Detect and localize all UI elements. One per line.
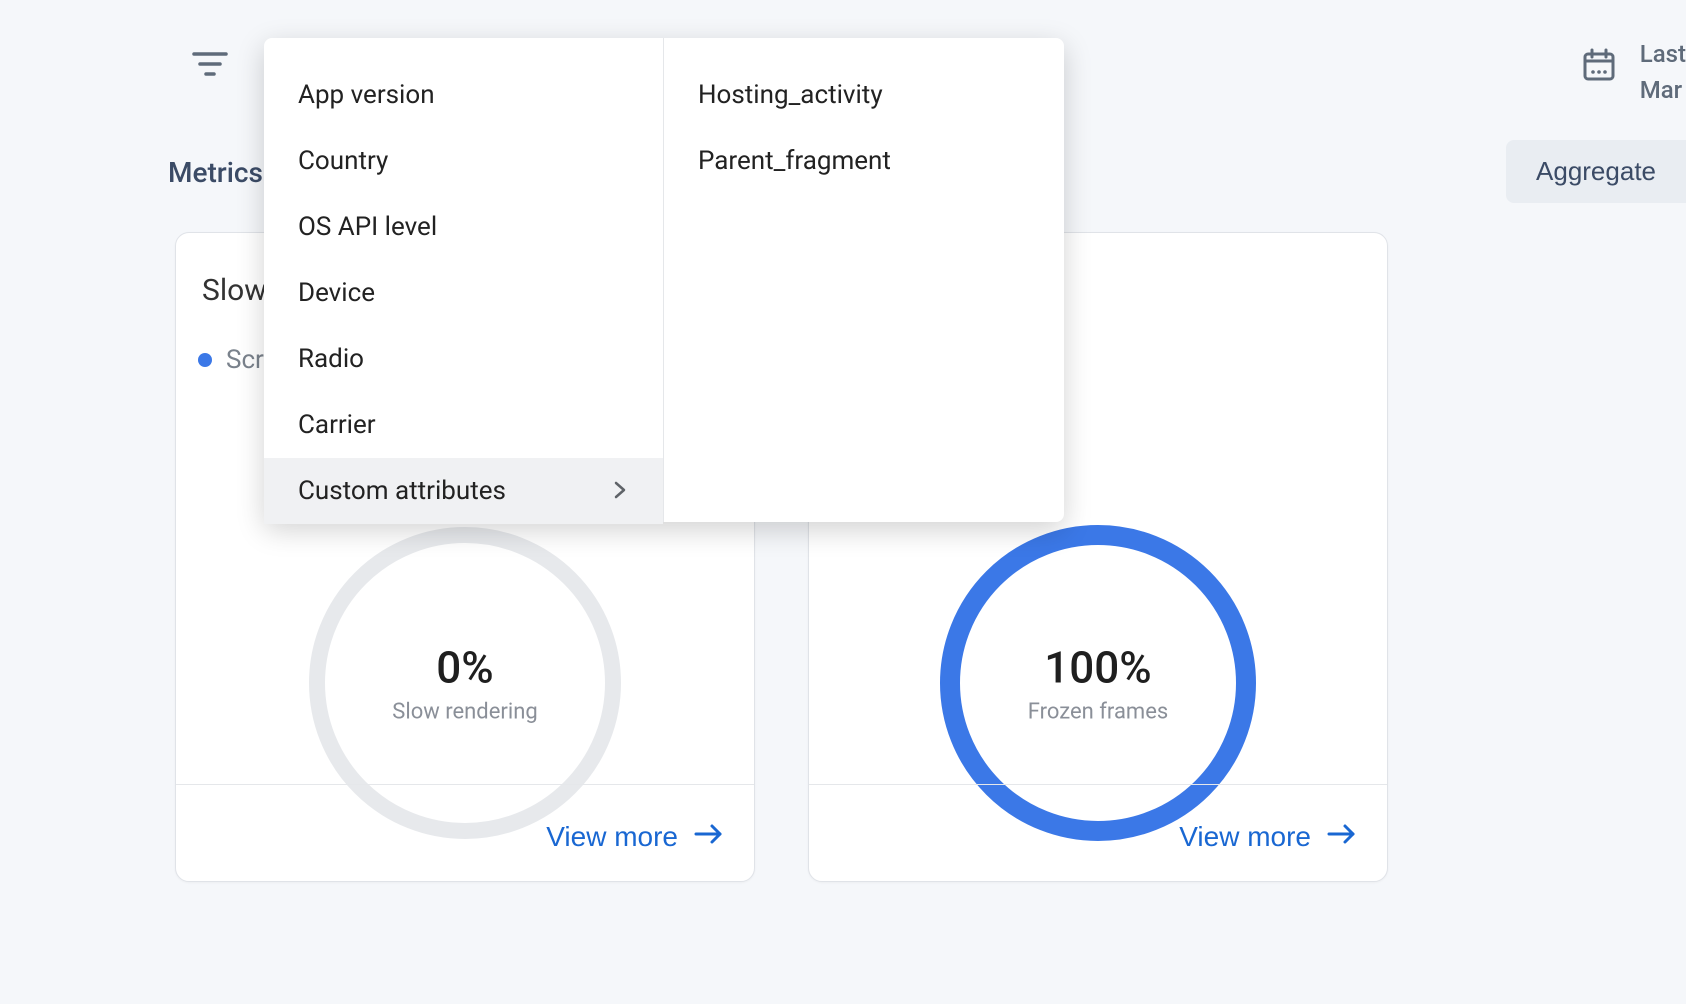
date-range-picker[interactable]: Last Mar — [1582, 40, 1686, 104]
view-more-label: View more — [1179, 821, 1311, 853]
menu-item-parent-fragment[interactable]: Parent_fragment — [664, 128, 1064, 194]
date-line2: Mar — [1640, 76, 1686, 104]
menu-item-label: Parent_fragment — [698, 146, 891, 176]
menu-item-os-api-level[interactable]: OS API level — [264, 194, 663, 260]
view-more-label: View more — [546, 821, 678, 853]
donut-label-slow: Slow rendering — [392, 700, 537, 725]
metrics-heading: Metrics — [168, 156, 263, 189]
arrow-right-icon — [1327, 821, 1357, 853]
legend-slow: Scr — [198, 345, 264, 375]
donut-slow: 0% Slow rendering — [305, 523, 625, 843]
chevron-right-icon — [611, 476, 629, 506]
filter-icon[interactable] — [192, 50, 228, 78]
view-more-button-frozen[interactable]: View more — [1179, 821, 1357, 853]
menu-item-label: App version — [298, 80, 435, 110]
card-divider — [809, 784, 1387, 785]
calendar-icon — [1582, 48, 1616, 82]
date-range-text: Last Mar — [1640, 40, 1686, 104]
donut-label-frozen: Frozen frames — [1028, 700, 1168, 725]
view-more-button-slow[interactable]: View more — [546, 821, 724, 853]
filter-menu-primary: App version Country OS API level Device … — [264, 38, 664, 522]
menu-item-custom-attributes[interactable]: Custom attributes — [264, 458, 663, 524]
menu-item-app-version[interactable]: App version — [264, 62, 663, 128]
menu-item-label: Country — [298, 146, 388, 176]
filter-menu: App version Country OS API level Device … — [264, 38, 1064, 522]
legend-dot-icon — [198, 353, 212, 367]
menu-item-label: Carrier — [298, 410, 376, 440]
card-divider — [176, 784, 754, 785]
aggregate-button[interactable]: Aggregate — [1506, 140, 1686, 203]
legend-label-slow: Scr — [226, 345, 264, 375]
menu-item-hosting-activity[interactable]: Hosting_activity — [664, 62, 1064, 128]
donut-percent-slow: 0% — [392, 642, 537, 694]
menu-item-country[interactable]: Country — [264, 128, 663, 194]
menu-item-radio[interactable]: Radio — [264, 326, 663, 392]
menu-item-label: Custom attributes — [298, 476, 506, 506]
menu-item-label: OS API level — [298, 212, 437, 242]
menu-item-label: Hosting_activity — [698, 80, 883, 110]
menu-item-label: Device — [298, 278, 375, 308]
card-title-slow: Slow — [202, 273, 267, 308]
arrow-right-icon — [694, 821, 724, 853]
menu-item-label: Radio — [298, 344, 364, 374]
donut-percent-frozen: 100% — [1028, 642, 1168, 694]
donut-frozen: 100% Frozen frames — [938, 523, 1258, 843]
filter-menu-secondary: Hosting_activity Parent_fragment — [664, 38, 1064, 522]
date-line1: Last — [1640, 40, 1686, 68]
menu-item-device[interactable]: Device — [264, 260, 663, 326]
menu-item-carrier[interactable]: Carrier — [264, 392, 663, 458]
